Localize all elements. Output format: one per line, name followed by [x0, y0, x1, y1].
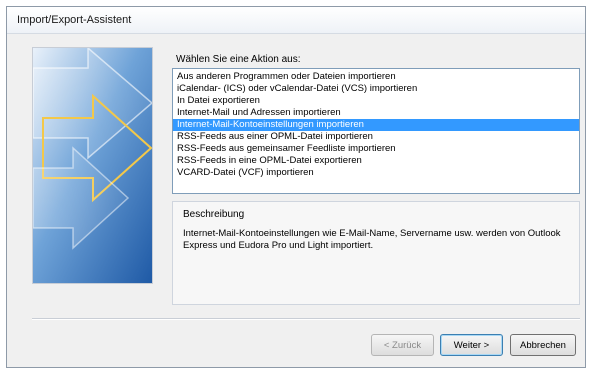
button-separator — [32, 318, 580, 320]
action-prompt-label: Wählen Sie eine Aktion aus: — [176, 54, 301, 65]
list-item-import-vcard[interactable]: VCARD-Datei (VCF) importieren — [173, 167, 579, 179]
window-title: Import/Export-Assistent — [17, 14, 132, 26]
list-item-import-rss-opml[interactable]: RSS-Feeds aus einer OPML-Datei importier… — [173, 131, 579, 143]
back-button[interactable]: < Zurück — [371, 334, 434, 356]
wizard-side-graphic — [32, 47, 153, 284]
list-item-export-to-file[interactable]: In Datei exportieren — [173, 95, 579, 107]
next-button[interactable]: Weiter > — [440, 334, 503, 356]
list-item-import-icalendar[interactable]: iCalendar- (ICS) oder vCalendar-Datei (V… — [173, 83, 579, 95]
action-listbox[interactable]: Aus anderen Programmen oder Dateien impo… — [172, 68, 580, 194]
description-group: Beschreibung Internet-Mail-Kontoeinstell… — [172, 201, 580, 305]
description-title: Beschreibung — [183, 209, 245, 220]
list-item-export-rss-opml[interactable]: RSS-Feeds in eine OPML-Datei exportieren — [173, 155, 579, 167]
wizard-arrows-graphic — [33, 48, 152, 283]
title-bar[interactable]: Import/Export-Assistent — [7, 7, 585, 34]
list-item-import-internet-mail-addresses[interactable]: Internet-Mail und Adressen importieren — [173, 107, 579, 119]
description-text: Internet-Mail-Kontoeinstellungen wie E-M… — [183, 228, 561, 251]
cancel-button[interactable]: Abbrechen — [510, 334, 576, 356]
list-item-import-rss-common-feedlist[interactable]: RSS-Feeds aus gemeinsamer Feedliste impo… — [173, 143, 579, 155]
list-item-import-mail-account-settings[interactable]: Internet-Mail-Kontoeinstellungen importi… — [173, 119, 579, 131]
list-item-import-other-programs[interactable]: Aus anderen Programmen oder Dateien impo… — [173, 71, 579, 83]
